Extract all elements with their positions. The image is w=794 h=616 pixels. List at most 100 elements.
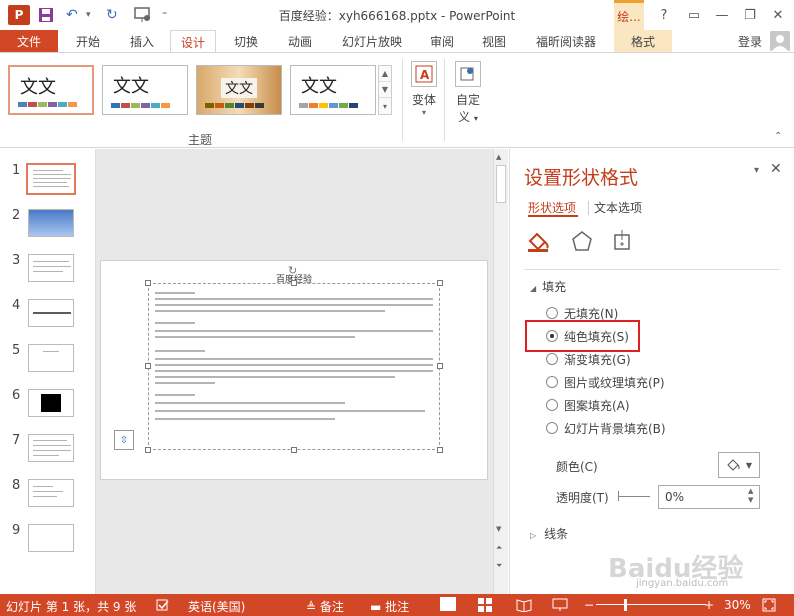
- tab-insert[interactable]: 插入: [120, 30, 164, 52]
- restore-button[interactable]: ❐: [738, 4, 762, 26]
- tab-view[interactable]: 视图: [472, 30, 516, 52]
- slide-thumbnail[interactable]: [26, 163, 76, 195]
- radio-button[interactable]: [546, 353, 558, 365]
- gallery-more-icon[interactable]: ▾: [379, 98, 391, 114]
- transparency-slider[interactable]: [618, 496, 650, 497]
- chevron-right-icon: ▷: [530, 531, 537, 540]
- tab-animations[interactable]: 动画: [278, 30, 322, 52]
- customize-button[interactable]: 自定 义 ▾: [448, 61, 488, 125]
- autofit-options-icon[interactable]: ⇳: [114, 430, 134, 450]
- gallery-down-icon[interactable]: ▼: [379, 82, 391, 98]
- fit-to-window-icon[interactable]: [762, 598, 776, 615]
- slide-thumbnail[interactable]: [28, 254, 74, 282]
- rotate-handle-icon[interactable]: ↻: [288, 264, 297, 277]
- resize-handle[interactable]: [145, 280, 151, 286]
- resize-handle[interactable]: [291, 447, 297, 453]
- help-button[interactable]: ?: [652, 4, 676, 26]
- minimize-button[interactable]: —: [710, 4, 734, 26]
- theme-gallery-item[interactable]: 文文: [102, 65, 188, 115]
- slide-thumbnail[interactable]: [28, 389, 74, 417]
- variants-button[interactable]: A 变体 ▾: [404, 61, 444, 117]
- gallery-up-icon[interactable]: ▲: [379, 66, 391, 82]
- active-tab-underline: [528, 215, 578, 217]
- drawing-tools-context-tab[interactable]: 绘...: [614, 0, 644, 30]
- effects-icon[interactable]: [570, 229, 594, 253]
- slide-thumbnail[interactable]: [28, 209, 74, 237]
- spellcheck-icon[interactable]: [156, 598, 170, 615]
- previous-slide-icon[interactable]: ⏶: [496, 543, 502, 553]
- slide-thumbnail[interactable]: [28, 524, 74, 552]
- fill-option-slide-background[interactable]: 幻灯片背景填充(B): [546, 419, 666, 437]
- theme-gallery-item[interactable]: 文文: [8, 65, 94, 115]
- tab-design[interactable]: 设计: [170, 30, 216, 53]
- ribbon-display-button[interactable]: ▭: [682, 4, 706, 26]
- tab-home[interactable]: 开始: [66, 30, 110, 52]
- comments-button[interactable]: ▬ 批注: [370, 598, 409, 615]
- sign-in-link[interactable]: 登录: [738, 33, 762, 50]
- next-slide-icon[interactable]: ⏷: [496, 561, 502, 571]
- resize-handle[interactable]: [437, 280, 443, 286]
- theme-gallery-item[interactable]: 文文: [290, 65, 376, 115]
- close-icon[interactable]: ✕: [770, 161, 782, 177]
- normal-view-icon[interactable]: [440, 597, 456, 611]
- radio-button[interactable]: [546, 399, 558, 411]
- thumb-number: 8: [12, 478, 21, 493]
- spinner-icon[interactable]: ▲ ▼: [748, 487, 753, 505]
- theme-color-bars: [299, 103, 358, 108]
- size-properties-icon[interactable]: [610, 229, 634, 253]
- slide-sorter-icon[interactable]: [478, 598, 492, 615]
- zoom-level[interactable]: 30%: [724, 598, 751, 612]
- language-indicator[interactable]: 英语(美国): [188, 598, 245, 615]
- selected-text-box[interactable]: 百度经验: [148, 275, 440, 450]
- scroll-thumb[interactable]: [496, 165, 506, 203]
- scroll-up-icon[interactable]: ▲: [496, 153, 501, 161]
- slide-thumbnail[interactable]: [28, 479, 74, 507]
- zoom-in-icon[interactable]: +: [704, 598, 714, 612]
- resize-handle[interactable]: [145, 363, 151, 369]
- resize-handle[interactable]: [291, 280, 297, 286]
- resize-handle[interactable]: [437, 447, 443, 453]
- fill-section-header[interactable]: ◢ 填充: [530, 278, 566, 295]
- zoom-slider-thumb[interactable]: [624, 599, 627, 611]
- thumb-number: 4: [12, 298, 21, 313]
- reading-view-icon[interactable]: [516, 598, 532, 615]
- tab-slideshow[interactable]: 幻灯片放映: [334, 30, 410, 52]
- tab-foxit-reader[interactable]: 福昕阅读器: [528, 30, 604, 52]
- tab-text-options[interactable]: 文本选项: [594, 199, 642, 216]
- slideshow-icon[interactable]: [552, 598, 568, 615]
- resize-handle[interactable]: [145, 447, 151, 453]
- collapse-ribbon-icon[interactable]: ⌃: [774, 131, 782, 142]
- theme-gallery-item[interactable]: 文文: [196, 65, 282, 115]
- slide-thumbnail[interactable]: [28, 299, 74, 327]
- fill-line-icon[interactable]: [526, 229, 552, 253]
- tab-file[interactable]: 文件: [0, 30, 58, 52]
- tab-shape-options[interactable]: 形状选项: [528, 199, 576, 216]
- fill-color-button[interactable]: ▼: [718, 452, 760, 478]
- transparency-input[interactable]: 0%: [658, 485, 760, 509]
- fill-option-gradient[interactable]: 渐变填充(G): [546, 350, 631, 368]
- radio-button[interactable]: [546, 376, 558, 388]
- tab-review[interactable]: 审阅: [420, 30, 464, 52]
- chevron-down-icon: ▼: [745, 460, 753, 470]
- zoom-slider[interactable]: [596, 604, 706, 605]
- resize-handle[interactable]: [437, 363, 443, 369]
- tab-transitions[interactable]: 切换: [224, 30, 268, 52]
- avatar[interactable]: [770, 31, 790, 51]
- line-section-header[interactable]: ▷ 线条: [530, 525, 568, 542]
- radio-button[interactable]: [546, 307, 558, 319]
- notes-button[interactable]: ≜ 备注: [306, 598, 344, 615]
- fill-option-picture-texture[interactable]: 图片或纹理填充(P): [546, 373, 665, 391]
- theme-gallery-scroll[interactable]: ▲ ▼ ▾: [378, 65, 392, 115]
- zoom-out-icon[interactable]: −: [584, 598, 594, 612]
- tab-format[interactable]: 格式: [614, 30, 672, 52]
- pane-options-icon[interactable]: ▾: [754, 165, 759, 176]
- fill-option-pattern[interactable]: 图案填充(A): [546, 396, 630, 414]
- scroll-down-icon[interactable]: ▼: [496, 525, 501, 533]
- ribbon-tab-bar: 文件 开始 插入 设计 切换 动画 幻灯片放映 审阅 视图 福昕阅读器 格式 登…: [0, 30, 794, 53]
- close-button[interactable]: ✕: [766, 4, 790, 26]
- radio-button[interactable]: [546, 422, 558, 434]
- slide-thumbnail[interactable]: [28, 344, 74, 372]
- slide-thumbnail[interactable]: [28, 434, 74, 462]
- slide-counter: 幻灯片 第 1 张，共 9 张: [6, 600, 137, 614]
- vertical-scrollbar[interactable]: ▲ ▼ ⏶ ⏷: [493, 149, 508, 594]
